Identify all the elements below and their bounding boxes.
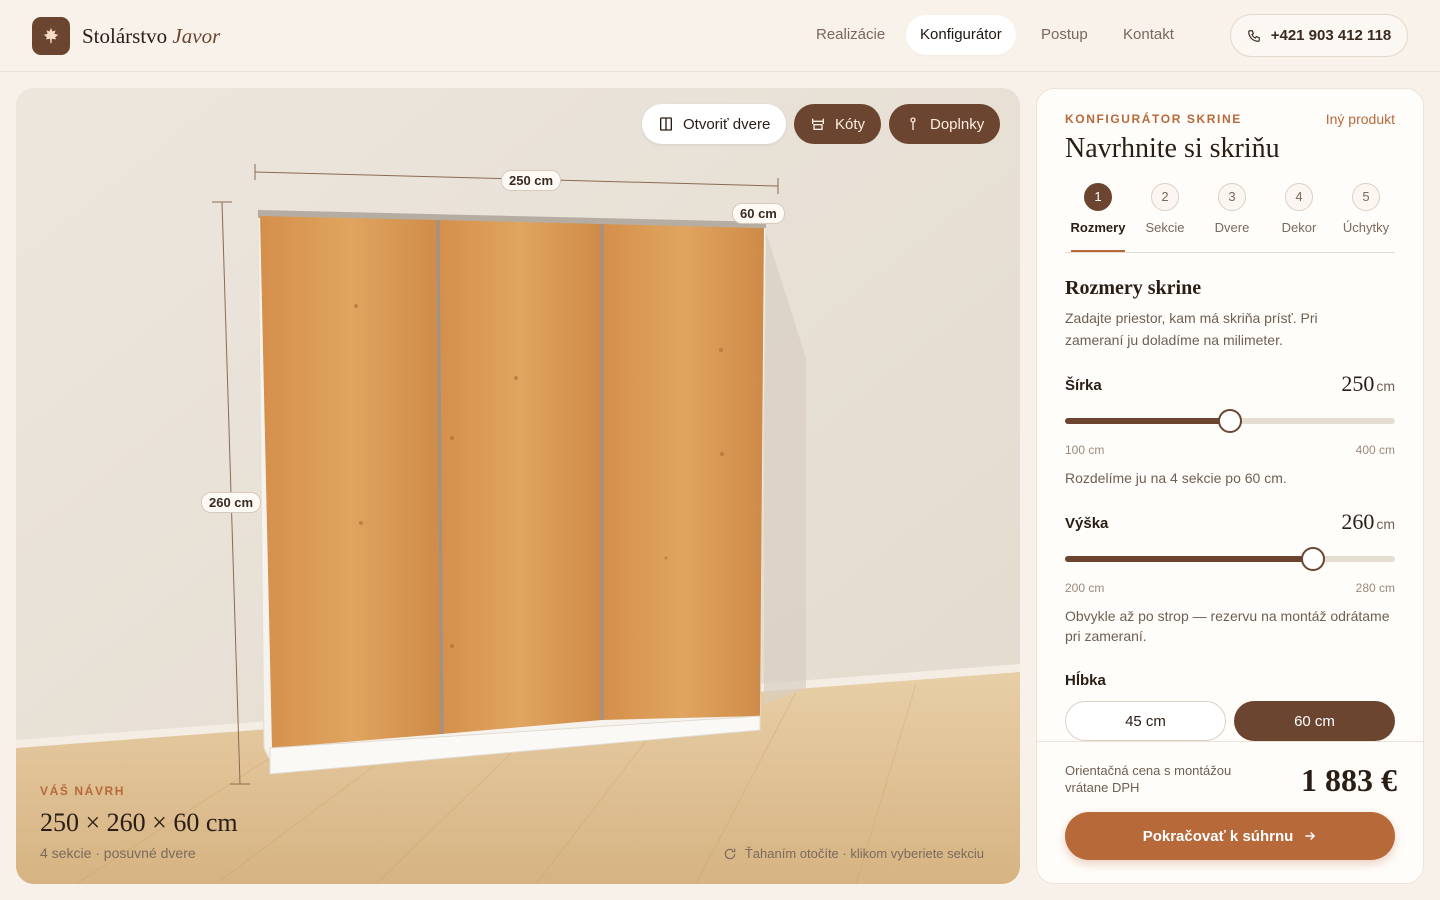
width-slider-thumb[interactable] [1218,409,1242,433]
height-slider-fill [1065,556,1313,562]
other-product-link[interactable]: Iný produkt [1326,111,1395,127]
step-label: Sekcie [1145,220,1185,235]
depth-label: Hĺbka [1065,672,1106,689]
viewer-hint-text: Ťahaním otočíte · klikom vyberiete sekci… [744,846,984,861]
design-dimensions: 250 × 260 × 60 cm [40,808,238,837]
step-number: 5 [1352,183,1380,211]
step-number: 1 [1084,183,1112,211]
active-step-indicator [1071,250,1125,252]
width-unit: cm [1376,378,1395,394]
step-label: Dekor [1281,220,1317,235]
extras-button[interactable]: Doplnky [889,104,1001,144]
step-number: 3 [1218,183,1246,211]
phone-icon [1247,29,1260,42]
height-unit: cm [1376,516,1395,532]
height-slider-thumb[interactable] [1300,547,1325,571]
height-label: Výška [1065,515,1109,532]
depth-option-60[interactable]: 60 cm [1234,701,1395,741]
price-label: Orientačná cena s montážou vrátane DPH [1065,763,1232,795]
step-label: Rozmery [1070,220,1126,235]
height-slider[interactable] [1065,547,1395,571]
configurator-panel: KONFIGURÁTOR SKRINE Iný produkt Navrhnit… [1036,88,1424,884]
door-middle[interactable] [438,220,602,734]
width-slider[interactable] [1065,409,1395,433]
brand-accent: Javor [172,24,221,48]
step-label: Úchytky [1342,220,1390,235]
logo[interactable] [32,17,70,55]
depth-dimension-label: 60 cm [732,203,785,224]
width-slider-fill [1065,418,1230,424]
width-min: 100 cm [1065,443,1105,457]
open-doors-label: Otvoriť dvere [683,115,771,133]
price-value: 1 883 € [1301,762,1397,798]
dimensions-button[interactable]: Kóty [794,104,882,144]
design-subtitle: 4 sekcie · posuvné dvere [40,845,196,861]
height-dimension-label: 260 cm [201,492,262,513]
room-scene[interactable] [16,88,1020,884]
width-label: Šírka [1065,377,1102,394]
open-doors-button[interactable]: Otvoriť dvere [642,104,787,144]
step-uchytky[interactable]: 5 Úchytky [1333,183,1399,235]
step-label: Dvere [1214,220,1250,235]
hanger-icon [910,117,916,130]
section-description: Zadajte priestor, kam má skriňa prísť. P… [1065,310,1318,348]
step-rozmery[interactable]: 1 Rozmery [1065,183,1131,252]
viewer-hint: Ťahaním otočíte · klikom vyberiete sekci… [723,846,984,861]
panel-kicker: KONFIGURÁTOR SKRINE [1065,112,1242,126]
nav-item-postup[interactable]: Postup [1041,15,1088,55]
height-note: Obvykle až po strop — rezervu na montáž … [1065,608,1390,644]
header: Stolárstvo Javor Realizácie Konfigurátor… [0,0,1440,72]
maple-leaf-icon [43,27,59,44]
width-value: 250 cm [1341,371,1395,397]
door-icon [660,117,672,131]
step-sekcie[interactable]: 2 Sekcie [1132,183,1198,235]
nav-item-realizacie[interactable]: Realizácie [816,15,885,55]
extras-label: Doplnky [930,115,985,133]
nav-item-kontakt[interactable]: Kontakt [1123,15,1174,55]
design-kicker: VÁŠ NÁVRH [40,784,126,798]
height-min: 200 cm [1065,581,1105,595]
dimensions-label: Kóty [835,115,866,133]
width-note: Rozdelíme ju na 4 sekcie po 60 cm. [1065,470,1287,486]
step-number: 2 [1151,183,1179,211]
step-number: 4 [1285,183,1313,211]
rotate-icon [724,848,736,859]
phone-number: +421 903 412 118 [1270,27,1392,44]
continue-to-summary-button[interactable]: Pokračovať k súhrnu [1065,812,1395,860]
depth-option-45[interactable]: 45 cm [1065,701,1226,741]
price-footer: Orientačná cena s montážou vrátane DPH 1… [1037,741,1423,883]
ruler-icon [812,118,824,130]
door-left[interactable] [260,216,442,748]
height-value: 260 cm [1341,509,1395,535]
panel-title: Navrhnite si skriňu [1065,133,1280,164]
brand-text: Stolárstvo [82,24,168,48]
brand-name[interactable]: Stolárstvo Javor [82,24,220,49]
step-tabs: 1 Rozmery 2 Sekcie 3 Dvere 4 Dekor 5 Úch… [1065,183,1395,253]
cta-label: Pokračovať k súhrnu [1142,827,1294,845]
nav-item-konfigurator[interactable]: Konfigurátor [906,15,1016,55]
door-right[interactable] [602,224,764,720]
width-max: 400 cm [1355,443,1395,457]
arrow-right-icon [1305,831,1316,841]
height-number: 260 [1341,509,1375,534]
step-dekor[interactable]: 4 Dekor [1266,183,1332,235]
phone-button[interactable]: +421 903 412 118 [1230,14,1408,57]
section-title: Rozmery skrine [1065,277,1202,299]
step-dvere[interactable]: 3 Dvere [1199,183,1265,235]
width-dimension-label: 250 cm [501,170,562,191]
height-max: 280 cm [1355,581,1395,595]
width-number: 250 [1341,371,1375,396]
wardrobe-3d-viewer[interactable]: 250 cm 60 cm 260 cm Otvoriť dvere Kóty D… [16,88,1020,884]
